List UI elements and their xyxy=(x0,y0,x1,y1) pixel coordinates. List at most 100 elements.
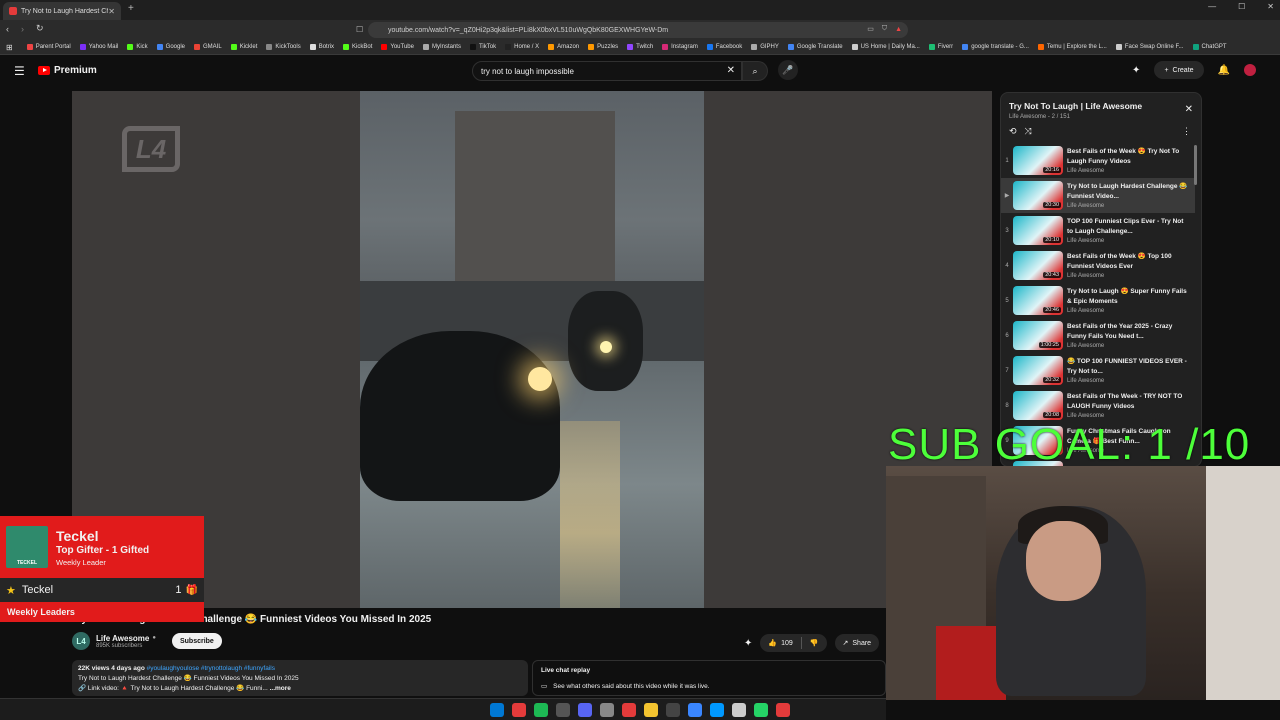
cast-extension-icon[interactable]: ✦ xyxy=(1132,65,1140,76)
taskbar-app-icon[interactable] xyxy=(644,703,658,717)
browser-tab[interactable]: Try Not to Laugh Hardest Ch… ✕ xyxy=(3,2,121,20)
voice-search-button[interactable]: 🎤 xyxy=(778,60,798,80)
taskbar-app-icon[interactable] xyxy=(710,703,724,717)
bookmark-item[interactable]: Twitch xyxy=(627,44,653,50)
taskbar-app-icon[interactable] xyxy=(754,703,768,717)
bookmark-item[interactable]: TikTok xyxy=(469,44,496,50)
cast-icon[interactable]: ▭ xyxy=(867,25,874,33)
subscribe-button[interactable]: Subscribe xyxy=(171,633,222,649)
bookmark-item[interactable]: Temu | Explore the L... xyxy=(1037,44,1107,50)
video-thumbnail[interactable]: 20:08 xyxy=(1013,391,1063,420)
bookmark-item[interactable]: Yahoo Mail xyxy=(79,44,118,50)
taskbar-app-icon[interactable] xyxy=(732,703,746,717)
taskbar-app-icon[interactable] xyxy=(556,703,570,717)
shield-icon[interactable]: ⛉ xyxy=(882,25,887,33)
share-button[interactable]: ↗ Share xyxy=(834,634,880,652)
bookmark-item[interactable]: Parent Portal xyxy=(26,44,71,50)
bookmark-item[interactable]: Amazon xyxy=(548,44,579,50)
playlist-item[interactable]: 6 1:00:25 Best Fails of the Year 2025 - … xyxy=(1001,318,1195,353)
taskbar-app-icon[interactable] xyxy=(534,703,548,717)
bookmark-icon[interactable]: ☐ xyxy=(356,25,363,34)
bookmark-item[interactable]: KickBot xyxy=(343,44,372,50)
bookmark-item[interactable]: GIPHY xyxy=(751,44,779,50)
reload-icon[interactable]: ↻ xyxy=(36,23,44,34)
avatar[interactable] xyxy=(1244,64,1256,76)
bookmark-item[interactable]: Google Translate xyxy=(787,44,843,50)
notifications-bell-icon[interactable]: 🔔 xyxy=(1218,65,1230,76)
more-options-icon[interactable]: ⋮ xyxy=(1182,126,1191,137)
bookmark-item[interactable]: Kick xyxy=(127,44,148,50)
taskbar-app-icon[interactable] xyxy=(490,703,504,717)
bookmark-item[interactable]: Fiverr xyxy=(928,44,953,50)
bookmark-item[interactable]: Google xyxy=(156,44,185,50)
hashtags[interactable]: #youlaughyoulose #trynottolaugh #funnyfa… xyxy=(147,665,275,672)
new-tab-icon[interactable]: + xyxy=(128,3,134,14)
taskbar-app-icon[interactable] xyxy=(622,703,636,717)
forward-icon[interactable]: › xyxy=(21,24,24,34)
playlist-item[interactable]: 8 20:08 Best Fails of The Week - TRY NOT… xyxy=(1001,388,1195,423)
minimize-icon[interactable]: — xyxy=(1208,2,1216,11)
playlist-title[interactable]: Try Not To Laugh | Life Awesome xyxy=(1009,101,1142,111)
video-thumbnail[interactable]: 20:32 xyxy=(1013,356,1063,385)
video-thumbnail[interactable]: 20:46 xyxy=(1013,286,1063,315)
taskbar-app-icon[interactable] xyxy=(688,703,702,717)
playlist-item[interactable]: 5 20:46 Try Not to Laugh 😍 Super Funny F… xyxy=(1001,283,1195,318)
extension-badge-icon[interactable]: ✦ xyxy=(744,638,752,649)
playlist-item[interactable]: 4 20:43 Best Fails of the Week 😍 Top 100… xyxy=(1001,248,1195,283)
playlist-item[interactable]: ▶ 20:30 Try Not to Laugh Hardest Challen… xyxy=(1001,178,1195,213)
close-tab-icon[interactable]: ✕ xyxy=(108,7,115,16)
channel-name[interactable]: Life Awesome xyxy=(96,634,149,643)
bookmark-item[interactable]: Face Swap Online F... xyxy=(1115,44,1184,50)
apps-grid-icon[interactable]: ⊞ xyxy=(6,43,13,52)
video-thumbnail[interactable]: 20:30 xyxy=(1013,181,1063,210)
dislike-icon[interactable]: 👎 xyxy=(810,639,819,647)
alert-icon[interactable]: ▲ xyxy=(895,26,902,33)
playlist-item[interactable]: 1 20:16 Best Fails of the Week 😍 Try Not… xyxy=(1001,143,1195,178)
like-count[interactable]: 109 xyxy=(781,640,793,647)
taskbar-app-icon[interactable] xyxy=(578,703,592,717)
create-button[interactable]: + Create xyxy=(1154,61,1204,79)
search-button[interactable]: ⌕ xyxy=(742,61,768,81)
bookmark-item[interactable]: Instagram xyxy=(662,44,698,50)
loop-icon[interactable]: ⟲ xyxy=(1009,126,1017,137)
bookmark-item[interactable]: US Home | Daily Ma... xyxy=(851,44,920,50)
taskbar-app-icon[interactable] xyxy=(600,703,614,717)
video-frame[interactable] xyxy=(360,91,704,608)
video-thumbnail[interactable]: 20:43 xyxy=(1013,251,1063,280)
shuffle-icon[interactable]: ⤨ xyxy=(1025,126,1032,137)
clear-search-icon[interactable]: ✕ xyxy=(727,65,735,76)
channel-avatar[interactable]: L4 xyxy=(72,632,90,650)
taskbar-app-icon[interactable] xyxy=(666,703,680,717)
close-window-icon[interactable]: ✕ xyxy=(1267,2,1274,11)
playlist-scrollbar[interactable] xyxy=(1194,145,1197,185)
bookmark-item[interactable]: Facebook xyxy=(706,44,742,50)
maximize-icon[interactable]: ☐ xyxy=(1238,2,1245,11)
bookmark-item[interactable]: Botrix xyxy=(309,44,334,50)
bookmark-item[interactable]: YouTube xyxy=(381,44,414,50)
video-thumbnail[interactable]: 1:00:25 xyxy=(1013,321,1063,350)
search-input[interactable]: try not to laugh impossible ✕ xyxy=(472,61,742,81)
close-playlist-icon[interactable]: ✕ xyxy=(1185,104,1193,115)
back-icon[interactable]: ‹ xyxy=(6,24,9,34)
playlist-item[interactable]: 3 20:10 TOP 100 Funniest Clips Ever - Tr… xyxy=(1001,213,1195,248)
url-bar[interactable]: ☐ youtube.com/watch?v=_qZ0Hi2p3qk&list=P… xyxy=(356,22,908,38)
bookmark-item[interactable]: google translate - G... xyxy=(962,44,1029,50)
taskbar-app-icon[interactable] xyxy=(776,703,790,717)
bookmark-item[interactable]: Kicklet xyxy=(230,44,257,50)
video-thumbnail[interactable]: 20:10 xyxy=(1013,216,1063,245)
playlist-item[interactable]: 7 20:32 😂 TOP 100 FUNNIEST VIDEOS EVER -… xyxy=(1001,353,1195,388)
video-description[interactable]: 22K views 4 days ago #youlaughyoulose #t… xyxy=(72,660,528,696)
more-link[interactable]: ...more xyxy=(270,685,291,692)
taskbar-app-icon[interactable] xyxy=(512,703,526,717)
bookmark-item[interactable]: GMAIL xyxy=(194,44,222,50)
youtube-logo[interactable]: Premium xyxy=(38,65,97,76)
bookmark-item[interactable]: ChatGPT xyxy=(1192,44,1227,50)
bookmark-item[interactable]: KickTools xyxy=(266,44,301,50)
like-icon[interactable]: 👍 xyxy=(768,639,777,647)
bookmark-item[interactable]: Home / X xyxy=(505,44,539,50)
video-thumbnail[interactable]: 20:16 xyxy=(1013,146,1063,175)
video-player[interactable]: L4 xyxy=(72,91,992,608)
hamburger-menu-icon[interactable]: ☰ xyxy=(14,64,25,78)
bookmark-item[interactable]: MyInstants xyxy=(422,44,461,50)
bookmark-item[interactable]: Puzzles xyxy=(588,44,618,50)
